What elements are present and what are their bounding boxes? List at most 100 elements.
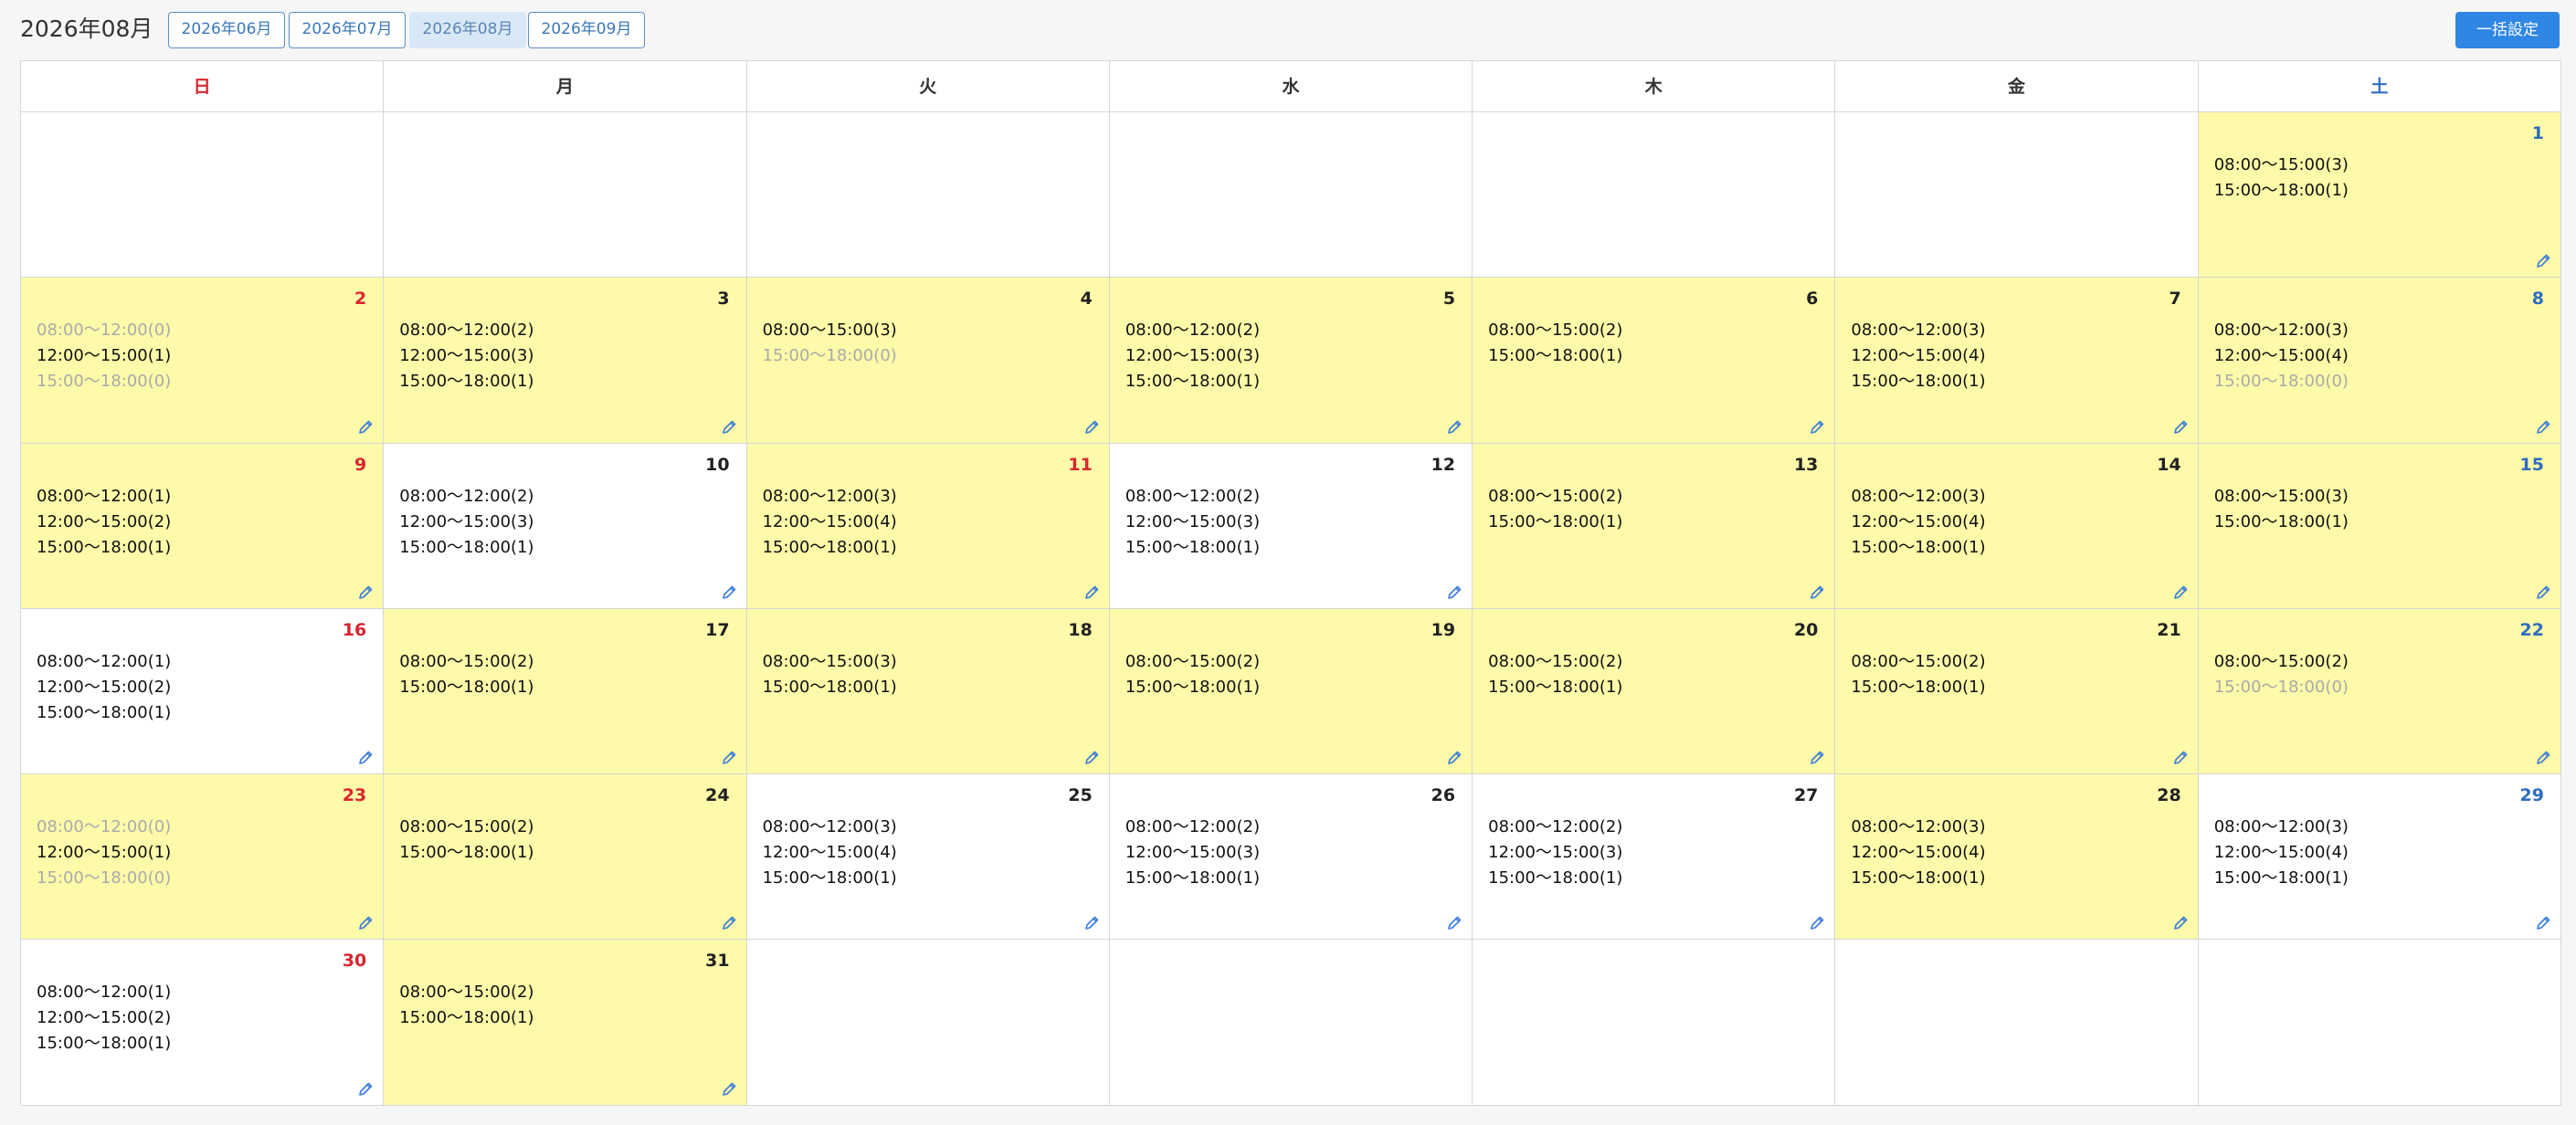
day-cell[interactable]: 3 08:00〜12:00(2) 12:00〜15:00(3) 15:00〜18:00… xyxy=(384,278,747,444)
time-slot-list: 08:00〜12:00(1) 12:00〜15:00(2) 15:00〜18:00(… xyxy=(37,980,171,1057)
pencil-icon[interactable] xyxy=(1083,419,1100,436)
day-cell[interactable]: 2 08:00〜12:00(0) 12:00〜15:00(1) 15:00〜18:00… xyxy=(21,278,385,444)
month-button-2026-09[interactable]: 2026年09月 xyxy=(528,12,645,48)
day-cell[interactable]: 28 08:00〜12:00(3) 12:00〜15:00(4) 15:00〜18:0… xyxy=(1835,774,2199,941)
day-number: 12 xyxy=(1431,454,1456,475)
day-cell[interactable]: 10 08:00〜12:00(2) 12:00〜15:00(3) 15:00〜18:0… xyxy=(384,443,747,609)
day-cell[interactable]: 12 08:00〜12:00(2) 12:00〜15:00(3) 15:00〜18:0… xyxy=(1109,443,1473,609)
time-slot: 15:00〜18:00(1) xyxy=(399,537,534,557)
day-cell[interactable]: 30 08:00〜12:00(1) 12:00〜15:00(2) 15:00〜18:0… xyxy=(21,940,385,1106)
day-cell[interactable]: 24 08:00〜15:00(2) 15:00〜18:00(1) xyxy=(384,774,747,941)
pencil-icon[interactable] xyxy=(357,750,374,766)
pencil-icon[interactable] xyxy=(2535,419,2551,436)
pencil-icon[interactable] xyxy=(2172,915,2189,931)
day-cell[interactable]: 5 08:00〜12:00(2) 12:00〜15:00(3) 15:00〜18:00… xyxy=(1109,278,1473,444)
day-cell[interactable]: 9 08:00〜12:00(1) 12:00〜15:00(2) 15:00〜18:00… xyxy=(21,443,385,609)
time-slot-list: 08:00〜12:00(2) 12:00〜15:00(3) 15:00〜18:00(… xyxy=(399,318,533,394)
pencil-icon[interactable] xyxy=(1809,584,1825,601)
time-slot-list: 08:00〜15:00(2) 15:00〜18:00(1) xyxy=(399,980,533,1031)
day-cell[interactable]: 23 08:00〜12:00(0) 12:00〜15:00(1) 15:00〜18:0… xyxy=(21,774,385,941)
day-number: 2 xyxy=(354,289,367,310)
pencil-icon[interactable] xyxy=(1446,584,1462,601)
day-cell[interactable]: 25 08:00〜12:00(3) 12:00〜15:00(4) 15:00〜18:0… xyxy=(746,774,1110,941)
pencil-icon[interactable] xyxy=(721,750,737,766)
day-cell[interactable]: 29 08:00〜12:00(3) 12:00〜15:00(4) 15:00〜18:0… xyxy=(2198,774,2561,941)
day-cell[interactable]: 18 08:00〜15:00(3) 15:00〜18:00(1) xyxy=(746,608,1110,775)
pencil-icon[interactable] xyxy=(2535,584,2551,601)
day-cell[interactable]: 8 08:00〜12:00(3) 12:00〜15:00(4) 15:00〜18:00… xyxy=(2198,278,2561,444)
time-slot: 12:00〜15:00(3) xyxy=(1488,843,1623,863)
day-cell[interactable]: 15 08:00〜15:00(3) 15:00〜18:00(1) xyxy=(2198,443,2561,609)
pencil-icon[interactable] xyxy=(1083,750,1100,766)
pencil-icon[interactable] xyxy=(1809,750,1825,766)
calendar-week: 30 08:00〜12:00(1) 12:00〜15:00(2) 15:00〜18:0… xyxy=(21,940,2561,1106)
time-slot: 08:00〜12:00(1) xyxy=(37,486,172,506)
bulk-settings-button[interactable]: 一括設定 xyxy=(2455,12,2560,48)
time-slot: 12:00〜15:00(3) xyxy=(1124,346,1261,366)
time-slot: 08:00〜12:00(2) xyxy=(1124,321,1261,341)
time-slot: 08:00〜15:00(2) xyxy=(399,817,534,837)
month-button-2026-08[interactable]: 2026年08月 xyxy=(409,12,526,48)
pencil-icon[interactable] xyxy=(2535,915,2551,931)
pencil-icon[interactable] xyxy=(1083,915,1100,931)
day-cell[interactable]: 14 08:00〜12:00(3) 12:00〜15:00(4) 15:00〜18:0… xyxy=(1835,443,2199,609)
time-slot: 08:00〜12:00(0) xyxy=(37,321,172,341)
time-slot-list: 08:00〜15:00(3) 15:00〜18:00(0) xyxy=(763,318,897,369)
day-cell[interactable]: 31 08:00〜15:00(2) 15:00〜18:00(1) xyxy=(384,940,747,1106)
pencil-icon[interactable] xyxy=(721,1081,737,1098)
time-slot: 12:00〜15:00(4) xyxy=(1851,511,1986,531)
day-cell[interactable]: 16 08:00〜12:00(1) 12:00〜15:00(2) 15:00〜18:0… xyxy=(21,608,385,775)
day-cell[interactable]: 26 08:00〜12:00(2) 12:00〜15:00(3) 15:00〜18:0… xyxy=(1109,774,1473,941)
day-cell[interactable]: 13 08:00〜15:00(2) 15:00〜18:00(1) xyxy=(1473,443,1836,609)
time-slot: 12:00〜15:00(3) xyxy=(1124,843,1261,863)
pencil-icon[interactable] xyxy=(1809,915,1825,931)
month-button-2026-07[interactable]: 2026年07月 xyxy=(289,12,406,48)
day-cell[interactable]: 6 08:00〜15:00(2) 15:00〜18:00(1) xyxy=(1473,278,1836,444)
pencil-icon[interactable] xyxy=(1446,750,1462,766)
day-cell[interactable]: 19 08:00〜15:00(2) 15:00〜18:00(1) xyxy=(1109,608,1473,775)
day-number: 26 xyxy=(1431,785,1456,806)
month-button-2026-06[interactable]: 2026年06月 xyxy=(168,12,285,48)
day-cell[interactable]: 17 08:00〜15:00(2) 15:00〜18:00(1) xyxy=(384,608,747,775)
pencil-icon[interactable] xyxy=(357,915,374,931)
time-slot-list: 08:00〜15:00(3) 15:00〜18:00(1) xyxy=(2214,484,2349,535)
pencil-icon[interactable] xyxy=(2172,750,2189,766)
pencil-icon[interactable] xyxy=(1446,915,1462,931)
pencil-icon[interactable] xyxy=(1083,584,1100,601)
time-slot-list: 08:00〜12:00(3) 12:00〜15:00(4) 15:00〜18:00(… xyxy=(1851,484,1985,561)
time-slot-list: 08:00〜15:00(3) 15:00〜18:00(1) xyxy=(2214,152,2349,204)
empty-day-cell xyxy=(1109,112,1473,279)
day-cell[interactable]: 4 08:00〜15:00(3) 15:00〜18:00(0) xyxy=(746,278,1110,444)
time-slot-list: 08:00〜12:00(3) 12:00〜15:00(4) 15:00〜18:00(… xyxy=(763,484,897,561)
pencil-icon[interactable] xyxy=(721,419,737,436)
day-cell[interactable]: 7 08:00〜12:00(3) 12:00〜15:00(4) 15:00〜18:00… xyxy=(1835,278,2199,444)
pencil-icon[interactable] xyxy=(1446,419,1462,436)
day-cell[interactable]: 11 08:00〜12:00(3) 12:00〜15:00(4) 15:00〜18:0… xyxy=(746,443,1110,609)
time-slot: 08:00〜15:00(2) xyxy=(399,983,534,1003)
time-slot-list: 08:00〜15:00(2) 15:00〜18:00(1) xyxy=(1488,318,1622,369)
day-cell[interactable]: 20 08:00〜15:00(2) 15:00〜18:00(1) xyxy=(1473,608,1836,775)
time-slot: 15:00〜18:00(0) xyxy=(2213,372,2349,392)
day-cell[interactable]: 22 08:00〜15:00(2) 15:00〜18:00(0) xyxy=(2198,608,2561,775)
time-slot: 12:00〜15:00(3) xyxy=(399,511,534,531)
weekday-monday: 月 xyxy=(384,61,747,112)
day-cell[interactable]: 27 08:00〜12:00(2) 12:00〜15:00(3) 15:00〜18:0… xyxy=(1473,774,1836,941)
pencil-icon[interactable] xyxy=(721,915,737,931)
time-slot: 12:00〜15:00(2) xyxy=(37,677,172,697)
day-cell[interactable]: 1 08:00〜15:00(3) 15:00〜18:00(1) xyxy=(2198,112,2561,279)
time-slot: 15:00〜18:00(1) xyxy=(1124,372,1261,392)
pencil-icon[interactable] xyxy=(357,419,374,436)
pencil-icon[interactable] xyxy=(2172,419,2189,436)
pencil-icon[interactable] xyxy=(2535,750,2551,766)
day-cell[interactable]: 21 08:00〜15:00(2) 15:00〜18:00(1) xyxy=(1835,608,2199,775)
pencil-icon[interactable] xyxy=(1809,419,1825,436)
toolbar: 2026年08月 2026年06月 2026年07月 2026年08月 2026… xyxy=(20,11,2560,49)
time-slot: 12:00〜15:00(4) xyxy=(2213,346,2349,366)
pencil-icon[interactable] xyxy=(721,584,737,601)
time-slot: 12:00〜15:00(1) xyxy=(37,843,172,863)
pencil-icon[interactable] xyxy=(2172,584,2189,601)
pencil-icon[interactable] xyxy=(2535,253,2551,269)
pencil-icon[interactable] xyxy=(357,1081,374,1098)
time-slot: 15:00〜18:00(1) xyxy=(762,868,897,888)
pencil-icon[interactable] xyxy=(357,584,374,601)
